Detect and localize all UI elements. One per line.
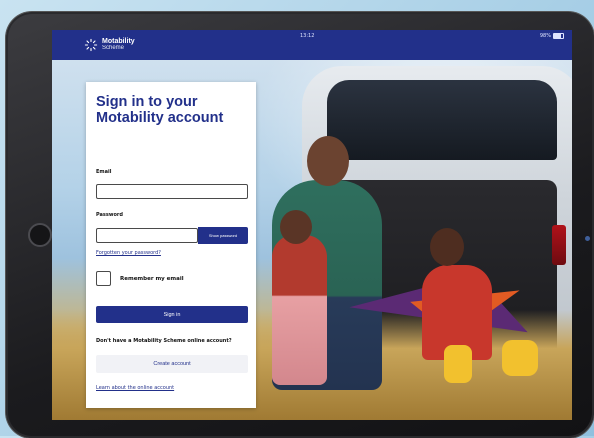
page-title: Sign in to your Motability account bbox=[96, 94, 224, 126]
adult-head bbox=[307, 136, 349, 186]
car-taillight bbox=[552, 225, 566, 265]
battery-icon bbox=[553, 33, 564, 39]
screen: Motability Scheme 13:12 98% Sign in to y… bbox=[52, 30, 572, 420]
app-header: Motability Scheme 13:12 98% bbox=[52, 30, 572, 60]
password-label: Password bbox=[96, 212, 123, 218]
status-time: 13:12 bbox=[300, 33, 315, 39]
remember-email-checkbox[interactable] bbox=[96, 271, 111, 286]
signin-card: Sign in to your Motability account Email… bbox=[86, 82, 256, 408]
learn-more-link[interactable]: Learn about the online account bbox=[96, 385, 174, 391]
child-figure-left bbox=[272, 235, 327, 385]
forgotten-password-link[interactable]: Forgotten your password? bbox=[96, 250, 161, 256]
car-rear-window bbox=[327, 80, 557, 160]
create-account-button[interactable]: Create account bbox=[96, 355, 248, 373]
sign-in-button[interactable]: Sign in bbox=[96, 306, 248, 323]
brand-name: Motability bbox=[102, 38, 135, 45]
home-button-icon[interactable] bbox=[28, 223, 52, 247]
email-field[interactable] bbox=[96, 184, 248, 199]
remember-email-label: Remember my email bbox=[120, 276, 184, 282]
brand-text: Motability Scheme bbox=[102, 38, 135, 52]
brand-sub: Scheme bbox=[102, 45, 125, 51]
email-label: Email bbox=[96, 169, 112, 175]
yellow-boot-left bbox=[444, 345, 472, 383]
status-battery: 98% bbox=[540, 33, 564, 39]
motability-logo-icon bbox=[84, 38, 98, 52]
battery-percent: 98% bbox=[539, 33, 551, 39]
show-password-button[interactable]: Show password bbox=[198, 227, 248, 244]
brand-logo[interactable]: Motability Scheme bbox=[84, 38, 135, 52]
child-head-right bbox=[430, 228, 464, 266]
password-field[interactable] bbox=[96, 228, 198, 243]
yellow-boot-right bbox=[502, 340, 538, 376]
child-head-left bbox=[280, 210, 312, 244]
no-account-text: Don't have a Motability Scheme online ac… bbox=[96, 338, 232, 344]
camera-icon bbox=[585, 236, 590, 241]
